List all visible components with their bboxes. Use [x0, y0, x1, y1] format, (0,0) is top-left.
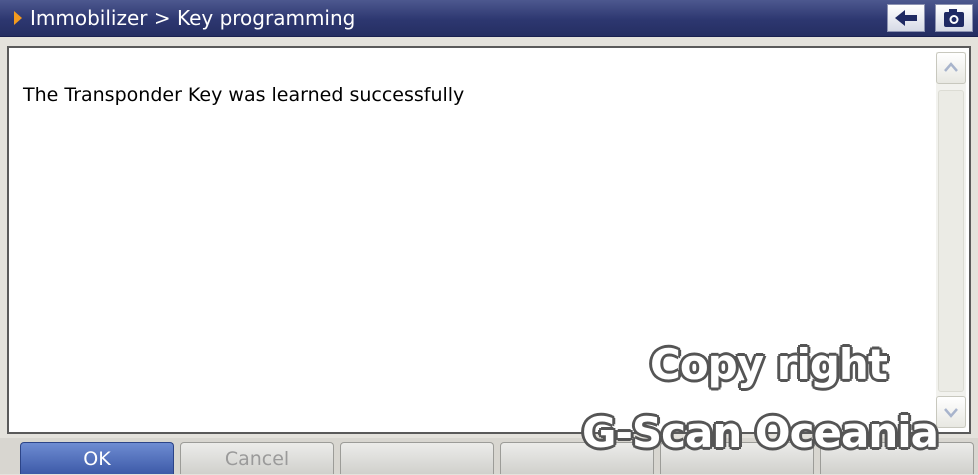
title-bar: Immobilizer > Key programming: [0, 0, 978, 37]
vertical-scrollbar[interactable]: [936, 52, 966, 428]
cancel-button[interactable]: Cancel: [180, 442, 334, 474]
scroll-up-button[interactable]: [936, 52, 966, 84]
back-arrow-icon: [895, 10, 917, 26]
back-button[interactable]: [887, 4, 925, 32]
ok-button[interactable]: OK: [20, 442, 174, 474]
scroll-track[interactable]: [938, 90, 964, 392]
result-message: The Transponder Key was learned successf…: [23, 84, 465, 106]
breadcrumb: Immobilizer > Key programming: [30, 6, 356, 30]
chevron-up-icon: [944, 62, 958, 72]
camera-button[interactable]: [935, 4, 973, 32]
function-button-3[interactable]: [340, 442, 494, 474]
watermark-line-2: G-Scan Oceania: [582, 408, 939, 457]
breadcrumb-arrow-icon: [14, 11, 22, 25]
watermark-line-1: Copy right: [650, 340, 888, 389]
camera-icon: [944, 9, 964, 27]
chevron-down-icon: [944, 408, 958, 418]
scroll-down-button[interactable]: [936, 396, 966, 428]
